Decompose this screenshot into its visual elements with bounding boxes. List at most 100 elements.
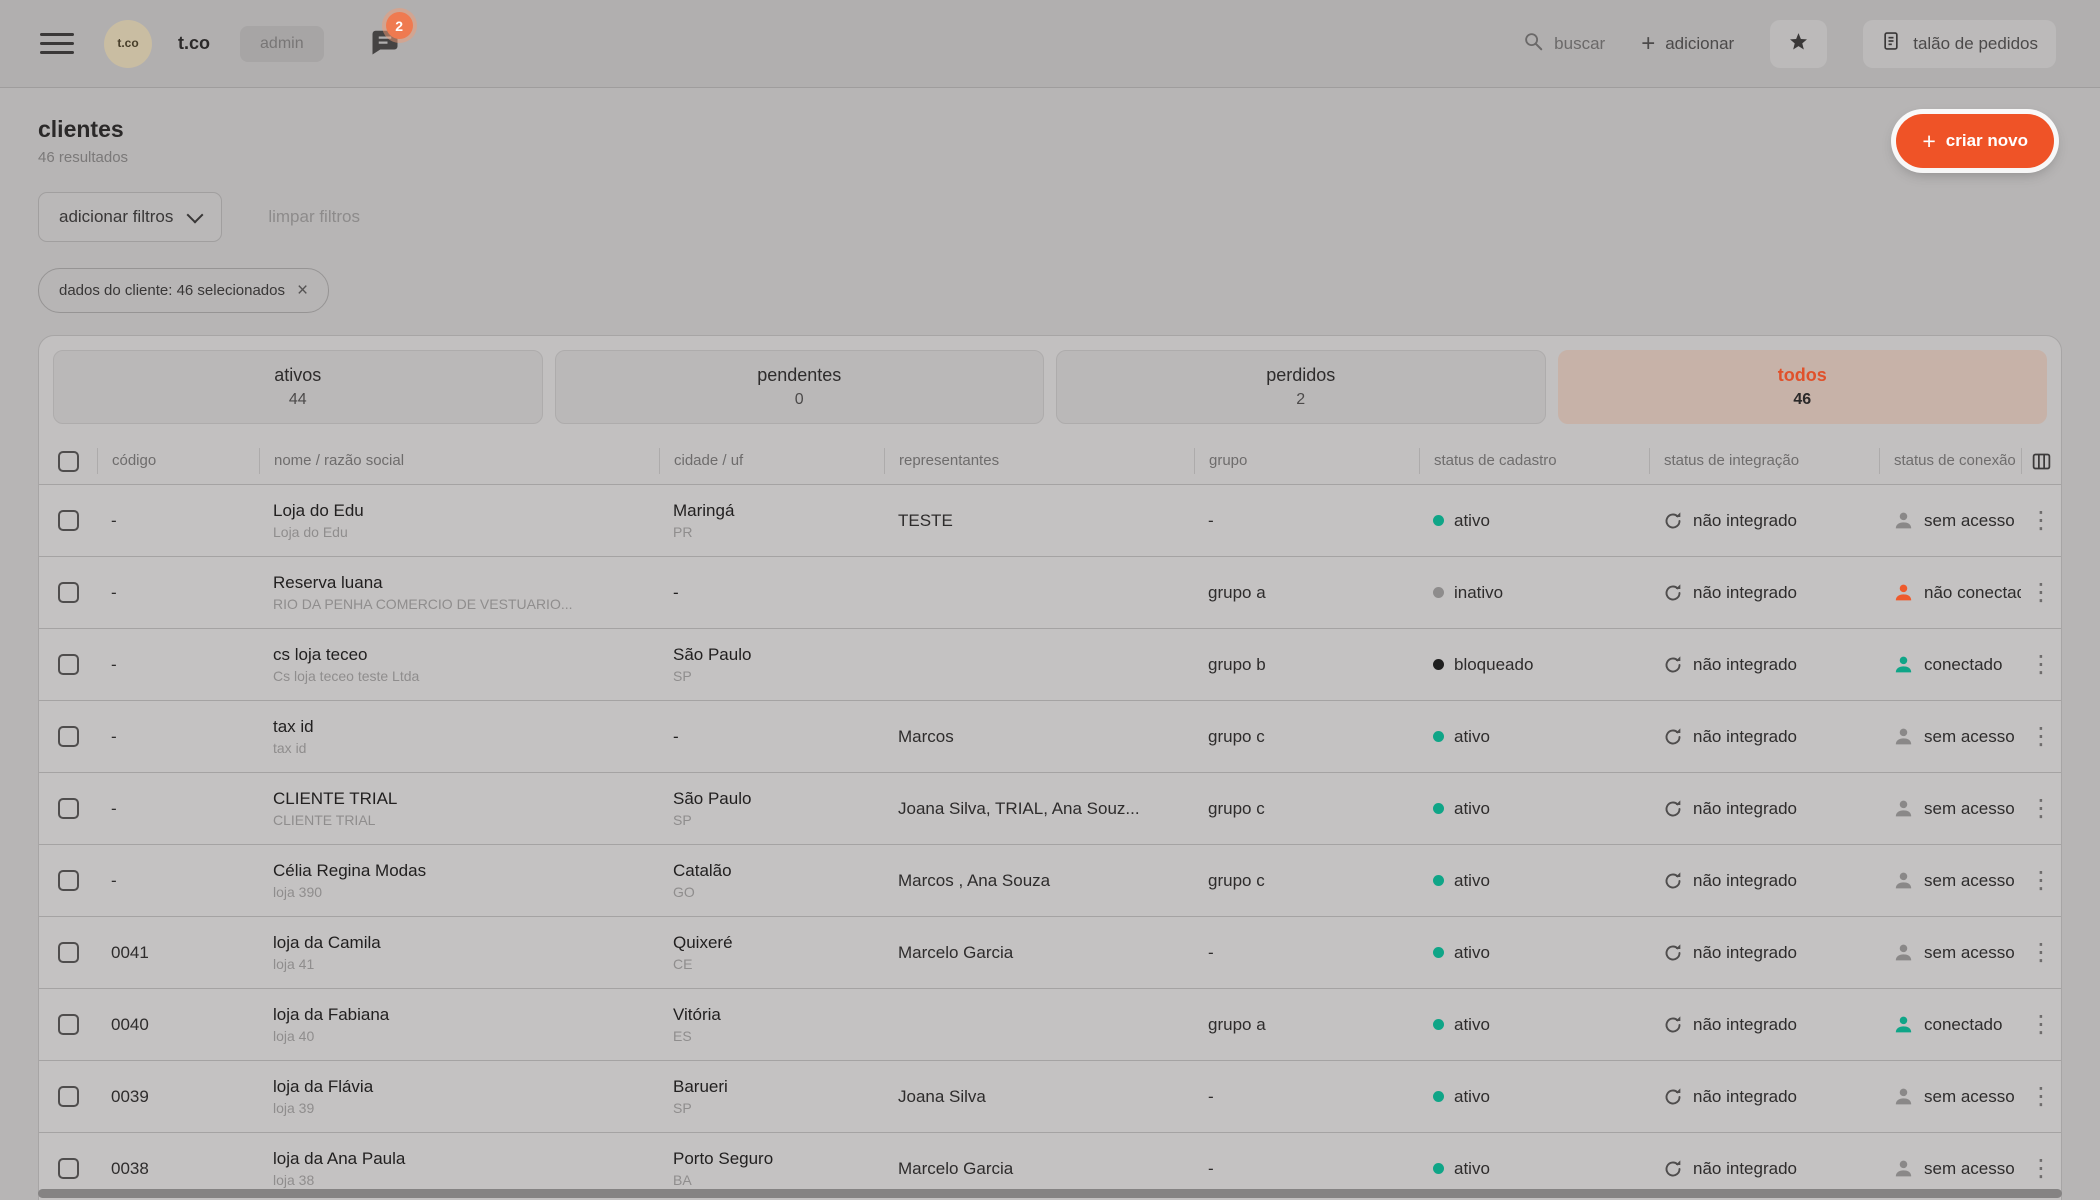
client-legal-name: loja 38 [273,1172,659,1188]
city-uf: PR [673,524,884,540]
connection-status-label: sem acesso [1924,727,2015,747]
sync-icon [1663,799,1683,819]
tab-perdidos[interactable]: perdidos 2 [1056,350,1546,424]
person-icon [1893,942,1914,963]
person-icon [1893,1014,1914,1035]
integration-status-cell: não integrado [1649,1087,1879,1107]
table-body: -Loja do EduLoja do EduMaringáPRTESTE-at… [39,485,2061,1200]
order-pad-button[interactable]: talão de pedidos [1863,20,2056,68]
row-checkbox[interactable] [58,510,79,531]
columns-settings-icon[interactable] [2021,448,2061,474]
main-content: clientes 46 resultados + criar novo adic… [0,114,2100,1200]
column-header-cidade[interactable]: cidade / uf [659,448,884,474]
connection-status-label: sem acesso [1924,511,2015,531]
person-icon [1893,510,1914,531]
page-title: clientes [38,116,128,143]
representatives-cell: TESTE [884,511,1194,531]
sync-icon [1663,655,1683,675]
sync-icon [1663,943,1683,963]
client-legal-name: loja 40 [273,1028,659,1044]
client-legal-name: CLIENTE TRIAL [273,812,659,828]
client-name: Célia Regina Modas [273,861,659,881]
tab-todos[interactable]: todos 46 [1558,350,2048,424]
connection-status-cell: sem acesso [1879,510,2021,531]
add-button[interactable]: + adicionar [1641,32,1734,56]
table-row: -cs loja teceoCs loja teceo teste LtdaSã… [39,629,2061,701]
row-checkbox-cell [39,942,97,963]
row-checkbox[interactable] [58,1014,79,1035]
row-actions-cell: ⋮ [2021,509,2061,533]
table-row: 0041loja da Camilaloja 41QuixeréCEMarcel… [39,917,2061,989]
row-checkbox[interactable] [58,654,79,675]
row-menu-button[interactable]: ⋮ [2029,869,2053,893]
status-dot [1433,1091,1444,1102]
close-icon[interactable]: × [297,280,308,302]
row-menu-button[interactable]: ⋮ [2029,581,2053,605]
row-menu-button[interactable]: ⋮ [2029,1013,2053,1037]
registration-status-cell: ativo [1419,727,1649,747]
column-header-status-cadastro[interactable]: status de cadastro [1419,448,1649,474]
brand-logo[interactable]: t.co [104,20,152,68]
row-menu-button[interactable]: ⋮ [2029,1157,2053,1181]
chat-button[interactable]: 2 [370,27,400,60]
row-menu-button[interactable]: ⋮ [2029,1085,2053,1109]
client-name-cell: Loja do EduLoja do Edu [259,501,659,540]
filter-chip[interactable]: dados do cliente: 46 selecionados × [38,268,329,313]
add-label: adicionar [1665,34,1734,54]
row-menu-button[interactable]: ⋮ [2029,509,2053,533]
group-cell: grupo b [1194,655,1419,675]
menu-button[interactable] [40,29,74,58]
registration-status-cell: ativo [1419,511,1649,531]
column-header-representantes[interactable]: representantes [884,448,1194,474]
city-name: Barueri [673,1077,884,1097]
codigo-cell: - [97,655,259,675]
column-header-status-conexao[interactable]: status de conexão [1879,448,2021,474]
tab-pendentes[interactable]: pendentes 0 [555,350,1045,424]
row-menu-button[interactable]: ⋮ [2029,941,2053,965]
column-header-codigo[interactable]: código [97,448,259,474]
status-dot [1433,515,1444,526]
row-checkbox-cell [39,1086,97,1107]
row-checkbox[interactable] [58,1158,79,1179]
row-actions-cell: ⋮ [2021,1013,2061,1037]
row-checkbox-cell [39,798,97,819]
row-checkbox[interactable] [58,582,79,603]
client-legal-name: loja 41 [273,956,659,972]
row-checkbox[interactable] [58,1086,79,1107]
column-header-status-integracao[interactable]: status de integração [1649,448,1879,474]
column-header-grupo[interactable]: grupo [1194,448,1419,474]
topbar: t.co t.co admin 2 buscar + adicionar [0,0,2100,88]
group-cell: - [1194,511,1419,531]
clear-filters-button[interactable]: limpar filtros [268,207,360,227]
row-menu-button[interactable]: ⋮ [2029,725,2053,749]
tab-ativos[interactable]: ativos 44 [53,350,543,424]
row-menu-button[interactable]: ⋮ [2029,653,2053,677]
row-checkbox[interactable] [58,870,79,891]
sync-icon [1663,511,1683,531]
status-dot [1433,1163,1444,1174]
row-menu-button[interactable]: ⋮ [2029,797,2053,821]
registration-status-label: ativo [1454,727,1490,747]
favorites-button[interactable] [1770,20,1827,68]
registration-status-cell: ativo [1419,871,1649,891]
row-checkbox[interactable] [58,726,79,747]
person-icon [1893,1158,1914,1179]
integration-status-cell: não integrado [1649,799,1879,819]
registration-status-label: ativo [1454,511,1490,531]
column-header-nome[interactable]: nome / razão social [259,448,659,474]
horizontal-scrollbar[interactable] [38,1189,2062,1198]
registration-status-cell: ativo [1419,1159,1649,1179]
select-all-checkbox[interactable] [58,451,79,472]
row-checkbox-cell [39,1158,97,1179]
registration-status-label: bloqueado [1454,655,1533,675]
row-checkbox[interactable] [58,942,79,963]
client-legal-name: tax id [273,740,659,756]
row-checkbox[interactable] [58,798,79,819]
group-cell: - [1194,1087,1419,1107]
create-new-button[interactable]: + criar novo [1896,114,2054,168]
add-filters-button[interactable]: adicionar filtros [38,192,222,242]
table-row: 0040loja da Fabianaloja 40VitóriaESgrupo… [39,989,2061,1061]
group-cell: - [1194,1159,1419,1179]
search-button[interactable]: buscar [1522,30,1605,57]
city-uf: ES [673,1028,884,1044]
